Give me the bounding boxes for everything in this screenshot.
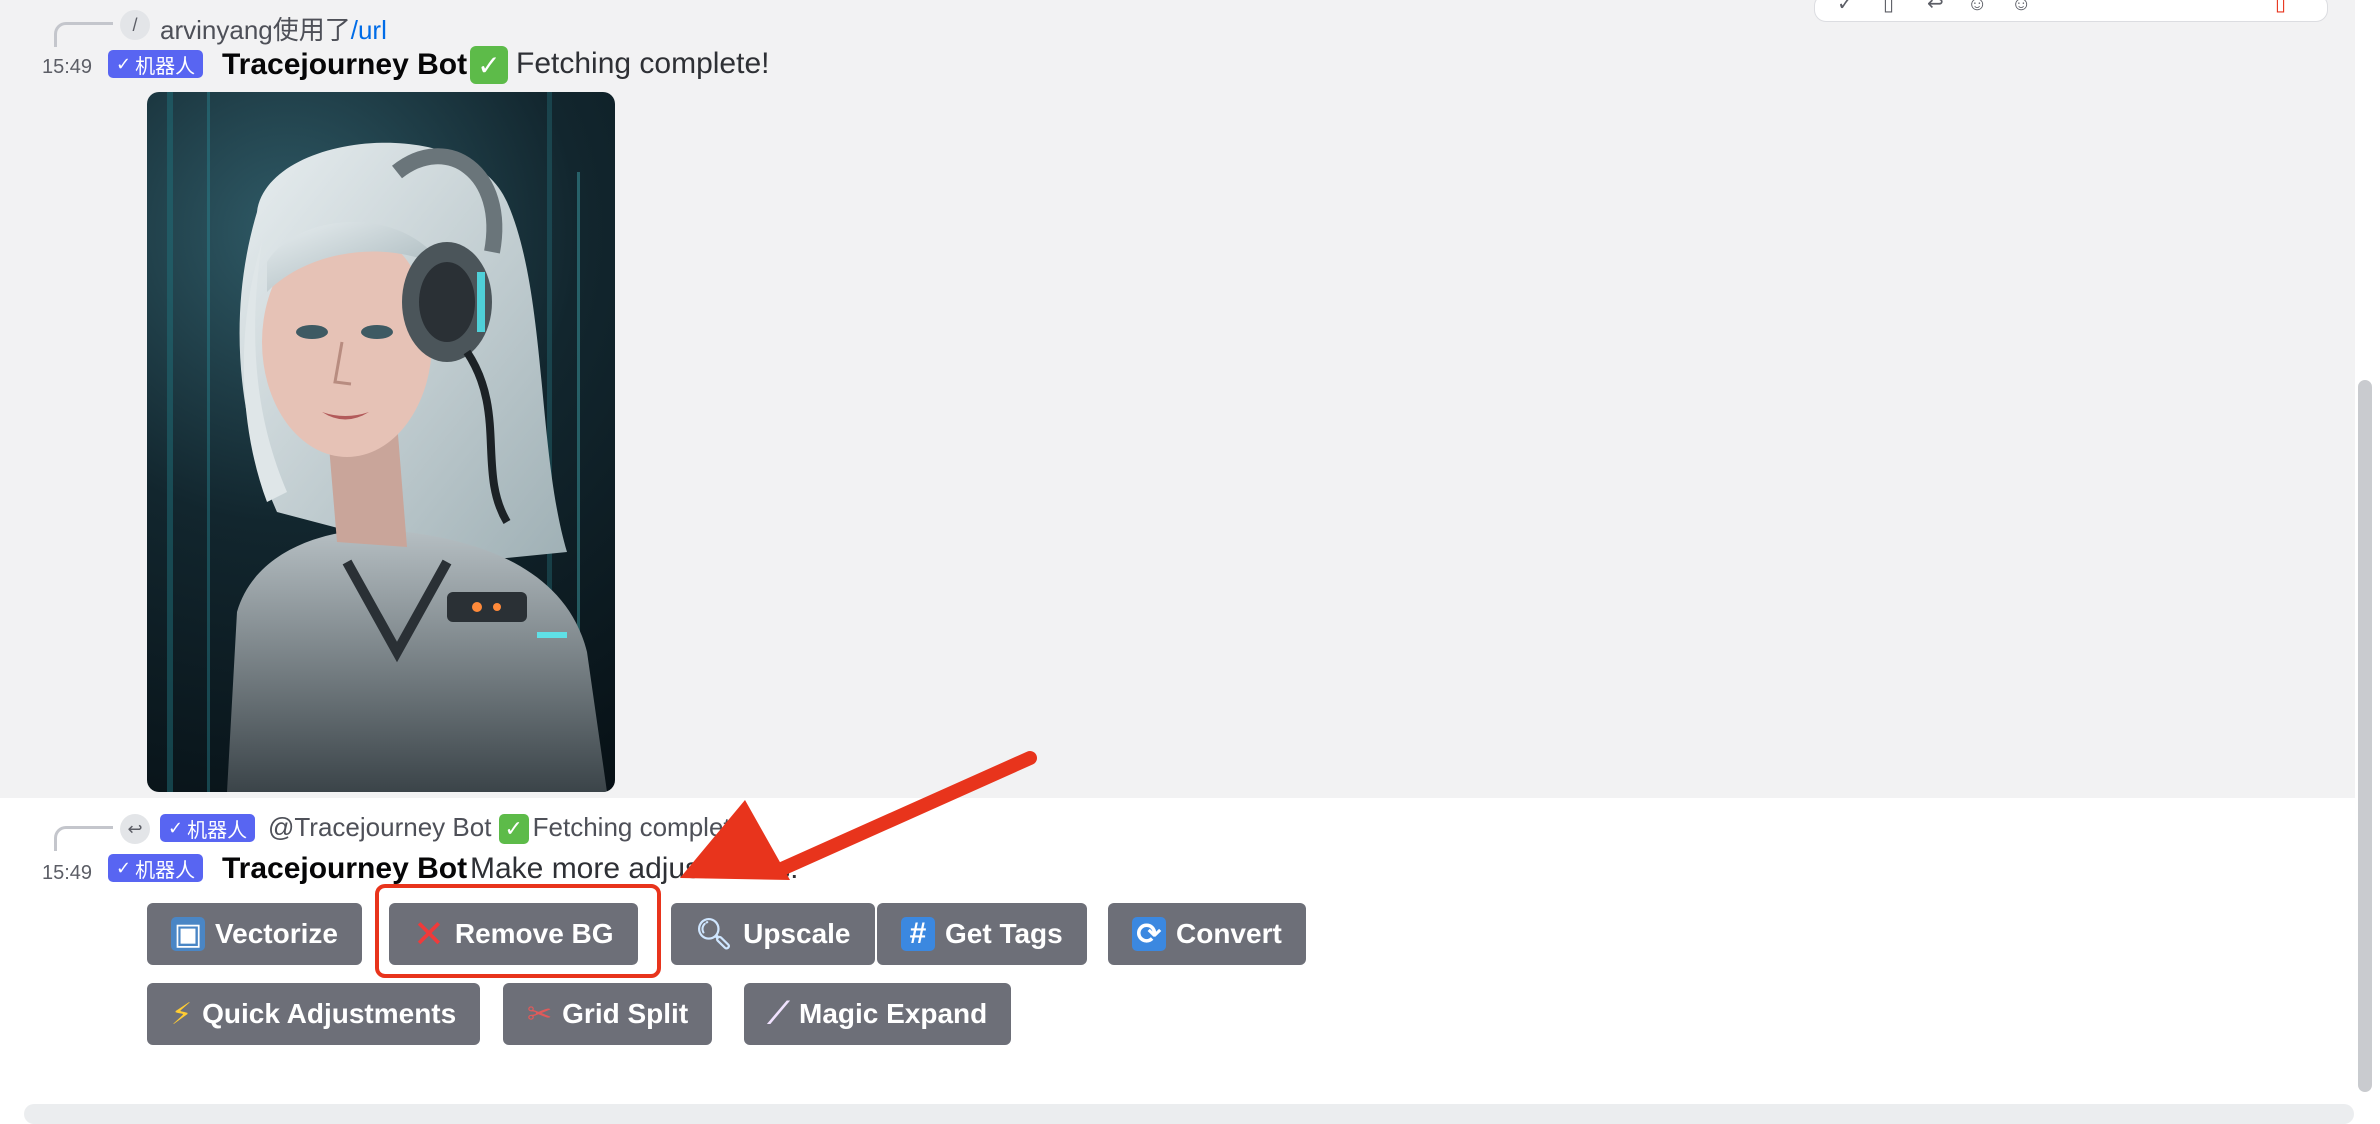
scrollbar[interactable] [2358, 380, 2372, 1092]
annotation-arrow [680, 751, 1037, 880]
message-composer-edge[interactable] [24, 1104, 2354, 1124]
